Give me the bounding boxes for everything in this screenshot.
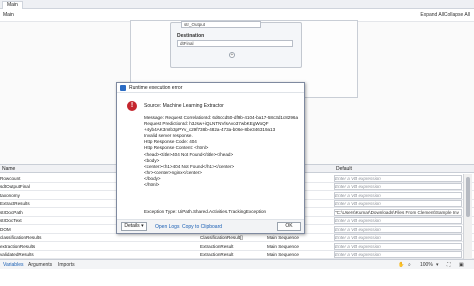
variable-default[interactable]: "C:\Users\Kumar\Downloads\Files From Cle… (335, 210, 462, 215)
output-value-field[interactable]: str_Output (181, 21, 261, 28)
exception-type: Exception Type: UiPath.Shared.Activities… (144, 209, 267, 214)
variable-default[interactable]: Enter a VB expression (335, 252, 462, 257)
variable-scope[interactable]: Main Sequence (267, 252, 332, 257)
pan-hand-icon[interactable]: ✋ (398, 262, 404, 268)
dialog-title: Runtime execution error (129, 85, 183, 91)
workflow-title: Main (3, 12, 14, 18)
variable-type[interactable]: ExtractionResult (200, 244, 262, 249)
header-name[interactable]: Name (2, 166, 15, 172)
table-row[interactable]: validatedResults ExtractionResult Main S… (0, 251, 474, 259)
variable-type[interactable]: ExtractionResult (200, 252, 262, 257)
tab-imports[interactable]: Imports (58, 262, 75, 268)
tab-arguments[interactable]: Arguments (28, 262, 52, 268)
fit-screen-icon[interactable]: ⛶ (447, 262, 451, 268)
collapse-all-button[interactable]: Collapse All (444, 12, 470, 18)
expand-all-button[interactable]: Expand All (420, 12, 444, 18)
variable-default[interactable]: Enter a VB expression (335, 184, 462, 189)
bottom-panel-bar: Variables Arguments Imports ✋ ⌕ 100% ▾ ⛶… (0, 259, 474, 269)
dialog-title-bar: Runtime execution error (117, 83, 304, 93)
variable-name[interactable]: extractionResults (0, 244, 195, 249)
scrollbar-thumb[interactable] (466, 177, 470, 217)
destination-field[interactable]: dtFinal (177, 40, 293, 47)
variable-default[interactable]: Enter a VB expression (335, 235, 462, 240)
variable-default[interactable]: Enter a VB expression (335, 176, 462, 181)
variable-default[interactable]: Enter a VB expression (335, 244, 462, 249)
dialog-footer: Details ▾ Open Logs Copy to Clipboard OK (117, 219, 304, 233)
document-tab-bar: Main (0, 0, 474, 9)
variable-name[interactable]: validatedResults (0, 252, 195, 257)
uipath-app-icon (120, 85, 126, 91)
chevron-down-icon[interactable]: ▾ (436, 262, 439, 268)
variable-default[interactable]: Enter a VB expression (335, 201, 462, 206)
variable-default[interactable]: Enter a VB expression (335, 193, 462, 198)
ok-button[interactable]: OK (277, 222, 301, 231)
open-logs-link[interactable]: Open Logs (155, 224, 179, 230)
variable-scope[interactable]: Main Sequence (267, 235, 332, 240)
variable-default[interactable]: Enter a VB expression (335, 227, 462, 232)
zoom-search-icon[interactable]: ⌕ (408, 262, 411, 268)
header-default[interactable]: Default (336, 166, 352, 172)
variable-name[interactable]: classificationResults (0, 235, 195, 240)
tab-main[interactable]: Main (2, 1, 23, 9)
runtime-error-dialog: Runtime execution error ! Source: Machin… (116, 82, 305, 234)
activity-card[interactable]: str_Output Destination dtFinal (170, 21, 302, 68)
table-row[interactable]: classificationResults ClassificationResu… (0, 234, 474, 242)
copy-to-clipboard-link[interactable]: Copy to Clipboard (182, 224, 222, 230)
zoom-level[interactable]: 100% (420, 262, 433, 268)
error-icon: ! (127, 101, 137, 111)
error-source: Source: Machine Learning Extractor (144, 103, 224, 109)
variable-default[interactable]: Enter a VB expression (335, 218, 462, 223)
destination-label: Destination (177, 33, 205, 39)
details-dropdown-button[interactable]: Details ▾ (121, 222, 147, 231)
overview-icon[interactable]: ▣ (459, 262, 464, 268)
variable-type[interactable]: ClassificationResult[] (200, 235, 262, 240)
error-message: Message: Request CorrelationId: 6d6ccd50… (144, 115, 298, 188)
add-activity-icon[interactable]: + (229, 52, 235, 58)
window-bottom-strip (0, 269, 474, 286)
variable-scope[interactable]: Main Sequence (267, 244, 332, 249)
chevron-down-icon: ▾ (141, 223, 144, 229)
table-row[interactable]: extractionResults ExtractionResult Main … (0, 242, 474, 251)
details-label: Details (124, 223, 140, 229)
tab-variables[interactable]: Variables (3, 262, 23, 268)
